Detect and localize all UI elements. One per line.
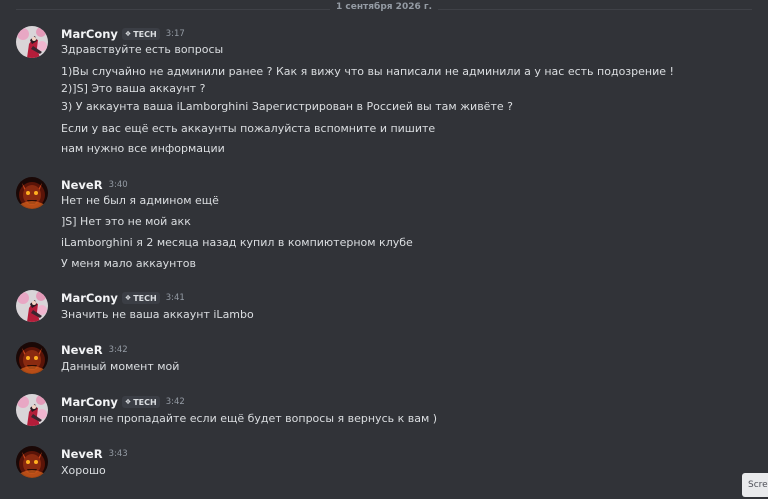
demon-avatar-icon bbox=[16, 177, 48, 209]
server-tag-badge[interactable]: ❖ TECH bbox=[121, 396, 160, 408]
date-divider: 1 сентября 2026 г. bbox=[16, 0, 752, 18]
avatar-never[interactable] bbox=[16, 177, 48, 209]
message-header: NeveR 3:40 bbox=[61, 177, 128, 193]
avatar-marcony[interactable] bbox=[16, 26, 48, 58]
username[interactable]: NeveR bbox=[61, 343, 103, 357]
username[interactable]: MarCony bbox=[61, 395, 118, 409]
avatar-marcony[interactable] bbox=[16, 290, 48, 322]
message-text: Хорошо bbox=[61, 464, 106, 477]
username[interactable]: MarCony bbox=[61, 291, 118, 305]
message-text: Здравствуйте есть вопросы bbox=[61, 43, 224, 56]
message-timestamp: 3:42 bbox=[165, 397, 185, 407]
username[interactable]: NeveR bbox=[61, 447, 103, 461]
message-text: ]S] Нет это не мой акк bbox=[61, 215, 191, 228]
server-tag-label: TECH bbox=[133, 293, 157, 303]
message-text: понял не пропадайте если ещё будет вопро… bbox=[61, 412, 438, 425]
tech-badge-icon: ❖ bbox=[124, 398, 132, 406]
message-text: Значить не ваша аккаунт iLambo bbox=[61, 308, 254, 321]
message-timestamp: 3:43 bbox=[108, 449, 128, 459]
demon-avatar-icon bbox=[16, 342, 48, 374]
chat-message-list: 1 сентября 2026 г. MarCony ❖ TECH 3:17 З… bbox=[0, 0, 768, 499]
username[interactable]: NeveR bbox=[61, 178, 103, 192]
tech-badge-icon: ❖ bbox=[124, 294, 132, 302]
message-text: У меня мало аккаунтов bbox=[61, 257, 196, 270]
message-header: MarCony ❖ TECH 3:42 bbox=[61, 394, 185, 410]
anime-avatar-icon bbox=[16, 290, 48, 322]
message-header: MarCony ❖ TECH 3:41 bbox=[61, 290, 185, 306]
server-tag-label: TECH bbox=[133, 29, 157, 39]
message-timestamp: 3:40 bbox=[108, 180, 128, 190]
demon-avatar-icon bbox=[16, 446, 48, 478]
tech-badge-icon: ❖ bbox=[124, 30, 132, 38]
message-header: NeveR 3:43 bbox=[61, 446, 128, 462]
message-text: нам нужно все информации bbox=[61, 142, 225, 155]
message-text: Если у вас ещё есть аккаунты пожалуйста … bbox=[61, 122, 436, 135]
avatar-never[interactable] bbox=[16, 446, 48, 478]
message-timestamp: 3:42 bbox=[108, 345, 128, 355]
anime-avatar-icon bbox=[16, 26, 48, 58]
avatar-never[interactable] bbox=[16, 342, 48, 374]
message-text: iLamborghini я 2 месяца назад купил в ко… bbox=[61, 236, 413, 249]
screenshot-button[interactable]: Scre bbox=[742, 473, 768, 497]
message-text: 1)Вы случайно не админили ранее ? Как я … bbox=[61, 65, 674, 78]
server-tag-badge[interactable]: ❖ TECH bbox=[121, 28, 160, 40]
anime-avatar-icon bbox=[16, 394, 48, 426]
message-text: 3) У аккаунта ваша iLamborghini Зарегист… bbox=[61, 100, 513, 113]
message-text: 2)]S] Это ваша аккаунт ? bbox=[61, 82, 206, 95]
avatar-marcony[interactable] bbox=[16, 394, 48, 426]
message-timestamp: 3:17 bbox=[165, 29, 185, 39]
date-divider-label: 1 сентября 2026 г. bbox=[330, 2, 438, 12]
message-header: MarCony ❖ TECH 3:17 bbox=[61, 26, 185, 42]
message-timestamp: 3:41 bbox=[165, 293, 185, 303]
server-tag-badge[interactable]: ❖ TECH bbox=[121, 292, 160, 304]
message-header: NeveR 3:42 bbox=[61, 342, 128, 358]
message-text: Нет не был я админом ещё bbox=[61, 194, 219, 207]
server-tag-label: TECH bbox=[133, 397, 157, 407]
message-text: Данный момент мой bbox=[61, 360, 180, 373]
username[interactable]: MarCony bbox=[61, 27, 118, 41]
